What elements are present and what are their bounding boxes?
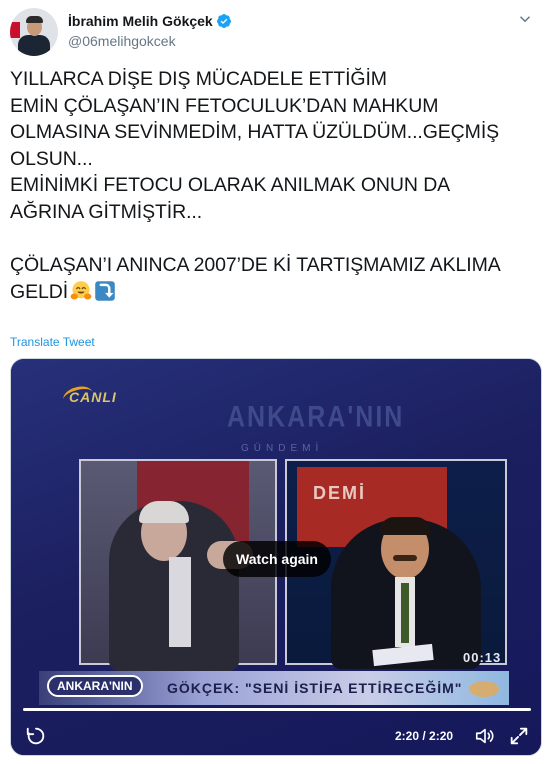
lower-third-banner: ANKARA'NIN GÖKÇEK: "SENİ İSTİFA ETTİRECE… [39,671,509,705]
backdrop-text: DEMİ [313,483,366,503]
tweet-header: İbrahim Melih Gökçek @06melihgokcek [10,8,540,56]
fullscreen-icon[interactable] [508,725,530,747]
tweet-text: YILLARCA DİŞE DIŞ MÜCADELE ETTİĞİM EMİN … [10,66,542,305]
author-display-name[interactable]: İbrahim Melih Gökçek [68,13,213,29]
host-hair [379,517,431,535]
video-progress-bar[interactable] [23,708,531,711]
hugging-face-icon [70,280,92,300]
author-handle[interactable]: @06melihgokcek [68,33,176,49]
chevron-down-icon[interactable] [516,10,534,28]
replay-icon[interactable] [25,725,47,747]
show-subtitle: GÜNDEMİ [241,443,324,454]
video-player[interactable]: CANLI ANKARA'NIN GÜNDEMİ DEMİ 00:13 ANKA… [10,358,542,756]
lower-third-logo: ANKARA'NIN [47,675,143,697]
show-title: ANKARA'NIN [227,400,405,434]
avatar-suit [18,35,50,56]
host-mustache [393,555,417,561]
video-controls: 2:20 / 2:20 [11,713,541,755]
guest-figure [109,501,239,671]
author-avatar[interactable] [10,8,58,56]
lower-third-graphic [469,681,499,697]
tweet-body: YILLARCA DİŞE DIŞ MÜCADELE ETTİĞİM EMİN … [10,68,501,303]
guest-hair [139,501,189,523]
channel-logo: CANLI [69,389,117,405]
avatar-hair [26,16,43,23]
watch-again-button[interactable]: Watch again [223,541,331,577]
video-timecode: 00:13 [463,650,502,665]
translate-tweet-link[interactable]: Translate Tweet [10,335,95,349]
volume-icon[interactable] [473,725,497,747]
author-name-row[interactable]: İbrahim Melih Gökçek [68,13,232,29]
arrow-curving-down-icon [95,280,115,301]
verified-badge-icon [216,14,231,28]
video-time-display: 2:20 / 2:20 [395,729,454,743]
guest-shirt [169,557,191,647]
avatar-flag [10,22,20,38]
lower-third-caption: GÖKÇEK: "SENİ İSTİFA ETTİRECEĞİM" [167,680,463,696]
host-tie [401,583,409,643]
